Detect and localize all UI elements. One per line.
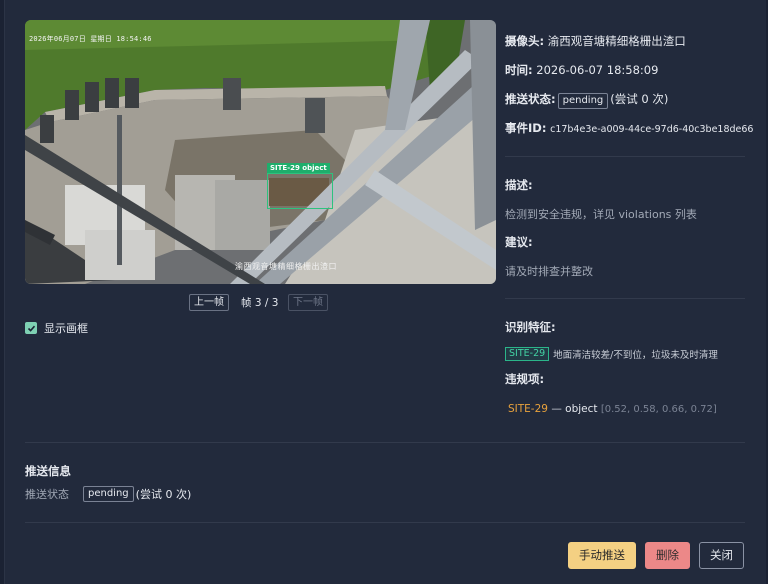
camera-frame-image: 2026年06月07日 星期日 18:54:46 渝西观音塘精细格栅出渣口 SI…: [25, 20, 496, 284]
time-row: 时间: 2026-06-07 18:58:09: [505, 62, 755, 78]
time-value: 2026-06-07 18:58:09: [536, 63, 659, 77]
violation-bbox: [0.52, 0.58, 0.66, 0.72]: [600, 404, 717, 415]
frame-counter: 帧 3 / 3: [241, 297, 279, 309]
suggestion-text: 请及时排查并整改: [505, 265, 593, 278]
description-text: 检测到安全违规，详见 violations 列表: [505, 208, 697, 221]
detection-label: SITE-29 object: [267, 163, 330, 173]
violation-separator: —: [551, 403, 562, 415]
manual-push-button[interactable]: 手动推送: [568, 542, 636, 569]
event-id-label: 事件ID:: [505, 121, 547, 135]
violations-title: 违规项:: [505, 372, 545, 386]
push-status-row: 推送状态: pending (尝试 0 次): [505, 91, 755, 109]
camera-timestamp: 2026年06月07日 星期日 18:54:46: [29, 35, 152, 43]
features-title: 识别特征:: [505, 320, 556, 334]
divider: [25, 522, 745, 523]
push-status-label: 推送状态:: [505, 92, 556, 106]
camera-scene: [25, 20, 496, 284]
violation-name: object: [565, 403, 598, 415]
violation-code: SITE-29: [508, 403, 548, 415]
camera-row: 摄像头: 渝西观音塘精细格栅出渣口: [505, 33, 755, 49]
camera-watermark: 渝西观音塘精细格栅出渣口: [235, 262, 337, 271]
push-status-badge: pending: [557, 93, 609, 109]
checkbox-checked-icon[interactable]: [25, 322, 37, 334]
camera-label: 摄像头:: [505, 34, 545, 48]
divider: [25, 442, 745, 443]
detection-box: [267, 173, 333, 209]
push-info-attempts: (尝试 0 次): [135, 488, 192, 501]
frame-pager: 上一帧 帧 3 / 3 下一帧: [5, 294, 515, 312]
prev-frame-button[interactable]: 上一帧: [189, 294, 229, 311]
event-detail-modal: 2026年06月07日 星期日 18:54:46 渝西观音塘精细格栅出渣口 SI…: [4, 0, 766, 584]
camera-value: 渝西观音塘精细格栅出渣口: [547, 34, 686, 48]
divider: [505, 298, 745, 299]
delete-button[interactable]: 删除: [645, 542, 690, 569]
feature-text: 地面清洁较差/不到位，垃圾未及时清理: [553, 350, 718, 361]
next-frame-button[interactable]: 下一帧: [288, 294, 328, 311]
close-button[interactable]: 关闭: [699, 542, 744, 569]
push-info-status-label: 推送状态: [25, 488, 69, 501]
show-boxes-toggle[interactable]: 显示画框: [25, 320, 88, 336]
divider: [505, 156, 745, 157]
show-boxes-label: 显示画框: [44, 322, 88, 335]
push-info-title: 推送信息: [25, 464, 71, 478]
feature-tag: SITE-29: [505, 347, 550, 361]
event-id-row: 事件ID: c17b4e3e-a009-44ce-97d6-40c3be18de…: [505, 120, 755, 136]
push-attempts: (尝试 0 次): [610, 92, 669, 106]
description-title: 描述:: [505, 178, 533, 192]
suggestion-title: 建议:: [505, 235, 533, 249]
feature-item: SITE-29 地面清洁较差/不到位，垃圾未及时清理: [505, 347, 718, 361]
event-id-value: c17b4e3e-a009-44ce-97d6-40c3be18de66: [550, 124, 754, 135]
time-label: 时间:: [505, 63, 533, 77]
push-info-status-badge: pending: [83, 486, 134, 502]
push-info-row: 推送状态 pending (尝试 0 次): [25, 486, 191, 502]
violation-item: SITE-29 — object [0.52, 0.58, 0.66, 0.72…: [508, 403, 717, 415]
